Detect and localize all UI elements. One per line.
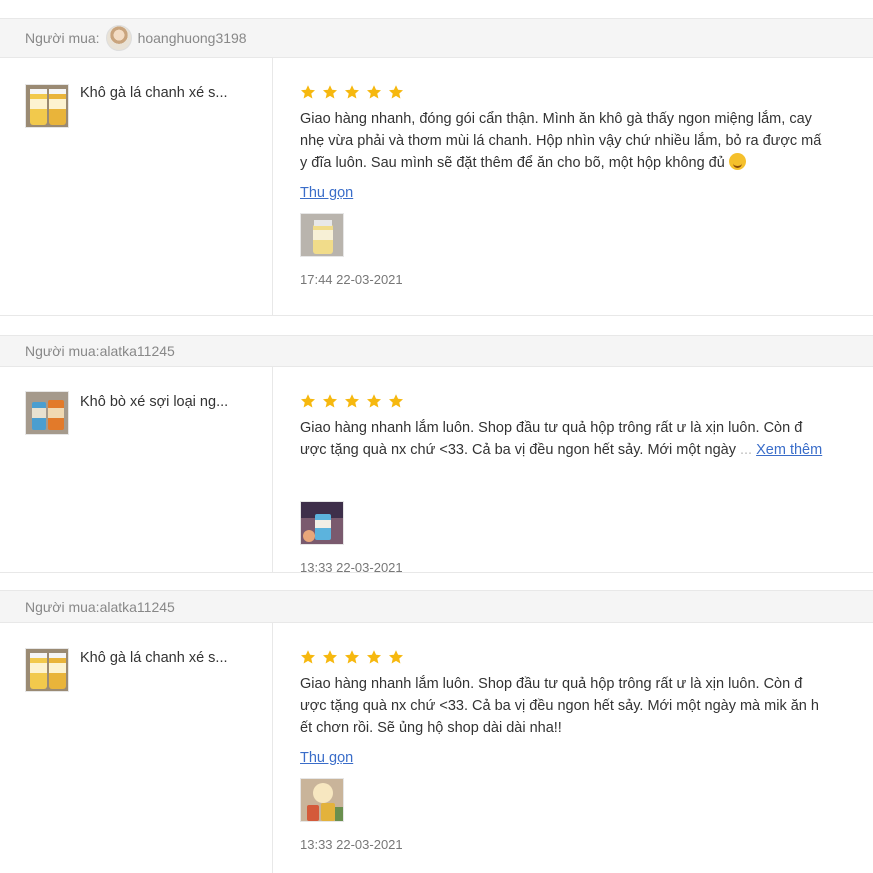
star-icon: [389, 650, 403, 664]
review-card: Người mua: alatka11245 Khô gà lá chanh x…: [0, 590, 873, 873]
review-photo[interactable]: [300, 778, 344, 822]
review-timestamp: 17:44 22-03-2021: [300, 272, 403, 287]
product-name[interactable]: Khô gà lá chanh xé s...: [80, 650, 228, 666]
collapse-link[interactable]: Thu gọn: [300, 750, 353, 766]
rating-stars: [300, 84, 404, 100]
star-icon: [389, 394, 403, 408]
comment-line: Giao hàng nhanh, đóng gói cẩn thận. Mình…: [300, 111, 812, 127]
yum-face-emoji-icon: [728, 153, 746, 170]
review-card: Người mua: hoanghuong3198 Khô gà lá chan…: [0, 18, 873, 316]
buyer-avatar[interactable]: [105, 25, 132, 51]
comment-line: ược tặng quà nx chứ <33. Cả ba vị đều ng…: [300, 698, 819, 714]
product-name[interactable]: Khô bò xé sợi loại ng...: [80, 394, 228, 410]
review-header: Người mua: alatka11245: [0, 335, 873, 367]
comment-line: ết chơn rồi. Sẽ ủng hộ shop dài dài nha!…: [300, 720, 562, 736]
comment-text: ược tặng quà nx chứ <33. Cả ba vị đều ng…: [300, 442, 736, 458]
product-column: Khô bò xé sợi loại ng...: [0, 367, 273, 572]
star-icon: [301, 394, 315, 408]
star-icon: [323, 650, 337, 664]
review-body: Khô gà lá chanh xé s... Giao hàng nhanh,…: [0, 58, 873, 316]
review-body: Khô bò xé sợi loại ng... Giao hàng nhanh…: [0, 367, 873, 575]
see-more-link[interactable]: Xem thêm: [756, 442, 822, 458]
product-thumbnail[interactable]: [25, 391, 69, 435]
product-column: Khô gà lá chanh xé s...: [0, 58, 273, 315]
star-icon: [367, 394, 381, 408]
collapse-link[interactable]: Thu gọn: [300, 185, 353, 201]
review-comment: Giao hàng nhanh lắm luôn. Shop đầu tư qu…: [300, 417, 860, 461]
star-icon: [323, 85, 337, 99]
buyer-label: Người mua:: [25, 30, 100, 46]
comment-line: Giao hàng nhanh lắm luôn. Shop đầu tư qu…: [300, 420, 803, 436]
product-column: Khô gà lá chanh xé s...: [0, 623, 273, 873]
review-comment: Giao hàng nhanh, đóng gói cẩn thận. Mình…: [300, 108, 860, 174]
comment-text: y đĩa luôn. Sau mình sẽ đặt thêm để ăn c…: [300, 155, 725, 171]
rating-stars: [300, 649, 404, 665]
comment-line: Giao hàng nhanh lắm luôn. Shop đầu tư qu…: [300, 676, 803, 692]
star-icon: [345, 85, 359, 99]
truncation-ellipsis: ...: [739, 442, 753, 458]
review-photo[interactable]: [300, 213, 344, 257]
star-icon: [323, 394, 337, 408]
star-icon: [367, 85, 381, 99]
buyer-name[interactable]: alatka11245: [100, 599, 175, 615]
product-thumbnail[interactable]: [25, 648, 69, 692]
buyer-name[interactable]: hoanghuong3198: [138, 30, 247, 46]
star-icon: [389, 85, 403, 99]
review-header: Người mua: hoanghuong3198: [0, 18, 873, 58]
comment-line: ược tặng quà nx chứ <33. Cả ba vị đều ng…: [300, 439, 860, 461]
product-thumbnail[interactable]: [25, 84, 69, 128]
star-icon: [345, 650, 359, 664]
star-icon: [301, 85, 315, 99]
star-icon: [345, 394, 359, 408]
review-timestamp: 13:33 22-03-2021: [300, 560, 403, 575]
comment-line: y đĩa luôn. Sau mình sẽ đặt thêm để ăn c…: [300, 152, 860, 174]
star-icon: [301, 650, 315, 664]
review-header: Người mua: alatka11245: [0, 590, 873, 623]
comment-line: nhẹ vừa phải và thơm mùi lá chanh. Hộp n…: [300, 133, 822, 149]
review-card: Người mua: alatka11245 Khô bò xé sợi loạ…: [0, 335, 873, 575]
buyer-label: Người mua:: [25, 598, 100, 615]
star-icon: [367, 650, 381, 664]
rating-stars: [300, 393, 404, 409]
product-name[interactable]: Khô gà lá chanh xé s...: [80, 85, 228, 101]
review-timestamp: 13:33 22-03-2021: [300, 837, 403, 852]
buyer-label: Người mua:: [25, 343, 100, 359]
buyer-name[interactable]: alatka11245: [100, 343, 175, 359]
review-photo[interactable]: [300, 501, 344, 545]
review-body: Khô gà lá chanh xé s... Giao hàng nhanh …: [0, 623, 873, 873]
review-comment: Giao hàng nhanh lắm luôn. Shop đầu tư qu…: [300, 673, 860, 739]
